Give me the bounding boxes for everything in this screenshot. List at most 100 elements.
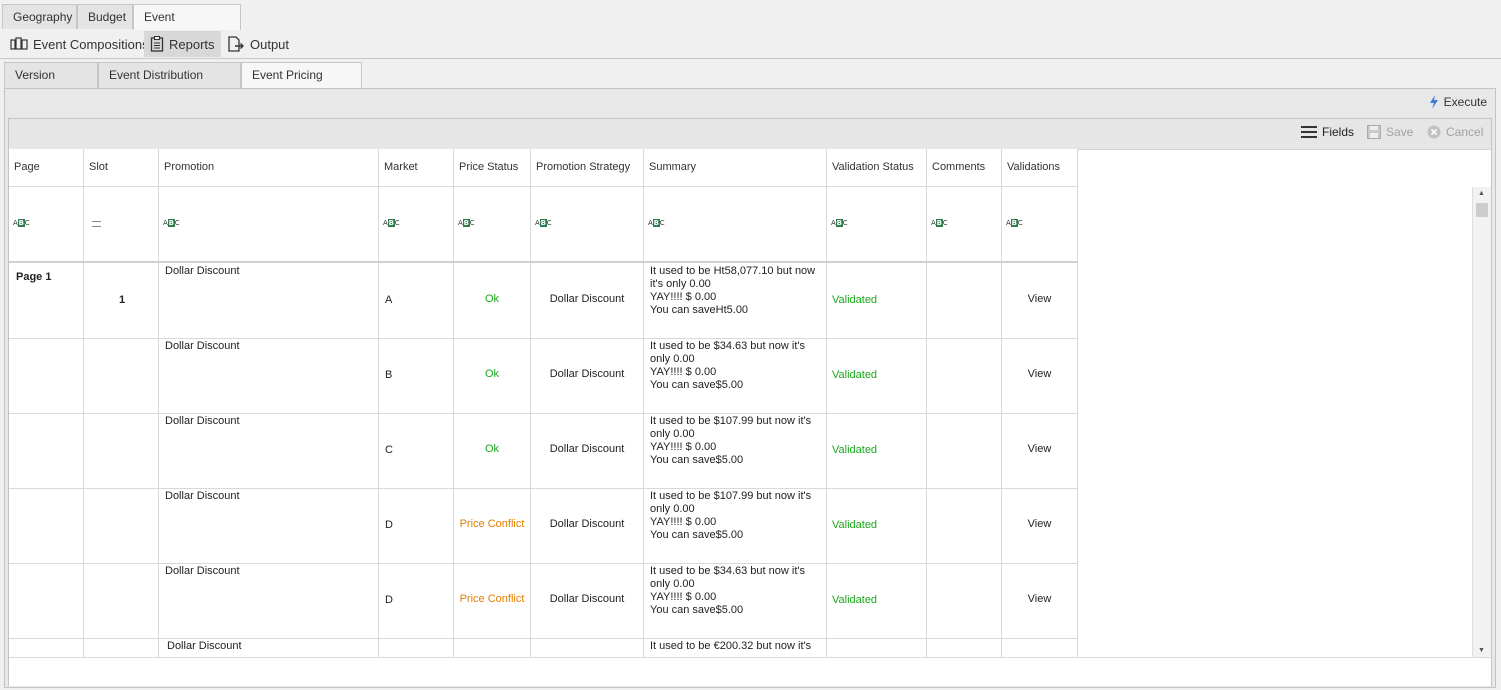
tab-event-workbench[interactable]: Event Workbench	[133, 4, 241, 49]
cell-market: D	[379, 488, 454, 563]
column-header-price-status[interactable]: Price Status	[454, 149, 531, 186]
cell-price-status: Price Conflict	[454, 563, 531, 638]
cell-comments	[927, 563, 1002, 638]
cell-page	[9, 638, 84, 657]
fields-label: Fields	[1322, 125, 1355, 139]
abc-filter-icon: ABC	[1006, 219, 1023, 227]
report-tab-bar: Version Report Event Distribution Report…	[4, 62, 1496, 107]
cell-promotion: Dollar Discount	[159, 338, 379, 413]
cell-market	[379, 638, 454, 657]
cell-price-status: Ok	[454, 338, 531, 413]
scrollbar-thumb[interactable]	[1476, 203, 1488, 217]
view-link[interactable]: View	[1002, 518, 1077, 530]
tab-event-distribution-report[interactable]: Event Distribution Report	[98, 62, 241, 107]
abc-filter-icon: ABC	[831, 219, 848, 227]
grid-header: Page Slot Promotion Market Price Status …	[9, 149, 1078, 187]
column-header-validation-status[interactable]: Validation Status	[827, 149, 927, 186]
output-label: Output	[250, 36, 290, 52]
filter-cell-validation-status[interactable]: ABC	[827, 187, 927, 261]
filter-cell-promotion[interactable]: ABC	[159, 187, 379, 261]
view-link[interactable]: View	[1002, 293, 1077, 305]
scroll-up-icon[interactable]: ▲	[1478, 190, 1485, 197]
view-link[interactable]: View	[1002, 368, 1077, 380]
filter-cell-summary[interactable]: ABC	[644, 187, 827, 261]
cell-promotion-strategy: Dollar Discount	[531, 338, 644, 413]
tab-geography[interactable]: Geography	[2, 4, 77, 29]
cell-market: B	[379, 338, 454, 413]
view-link[interactable]: View	[1002, 443, 1077, 455]
fields-icon	[1301, 126, 1317, 138]
cell-comments	[927, 413, 1002, 488]
tab-budget[interactable]: Budget	[77, 4, 133, 29]
cell-promotion: Dollar Discount	[159, 263, 379, 338]
filter-cell-comments[interactable]: ABC	[927, 187, 1002, 261]
filter-cell-validations[interactable]: ABC	[1002, 187, 1078, 261]
column-header-promotion[interactable]: Promotion	[159, 149, 379, 186]
filter-row: ABC ABC ABC ABC ABC ABC ABC ABC ABC	[9, 187, 1078, 263]
top-tab-bar: Geography Budget Event Workbench	[0, 0, 1501, 49]
scroll-down-icon[interactable]: ▼	[1478, 647, 1485, 654]
table-row[interactable]: Dollar Discount D Price Conflict Dollar …	[9, 563, 1078, 639]
cell-comments	[927, 488, 1002, 563]
grid-footer	[9, 657, 1491, 686]
equals-filter-icon	[92, 221, 101, 227]
view-link[interactable]: View	[1002, 593, 1077, 605]
table-row[interactable]: Dollar Discount It used to be €200.32 bu…	[9, 638, 1078, 657]
cell-promotion-strategy: Dollar Discount	[531, 263, 644, 338]
filter-cell-slot[interactable]	[84, 187, 159, 261]
output-button[interactable]: Output	[221, 31, 295, 57]
column-header-summary[interactable]: Summary	[644, 149, 827, 186]
cell-validation-status: Validated	[827, 563, 927, 638]
event-compositions-label: Event Compositions	[33, 36, 149, 52]
cell-comments	[927, 263, 1002, 338]
cell-comments	[927, 338, 1002, 413]
ribbon: Event Compositions Reports Output	[0, 30, 1501, 59]
cell-slot	[84, 488, 159, 563]
cell-summary: It used to be $34.63 but now it's only 0…	[644, 563, 827, 638]
filter-cell-price-status[interactable]: ABC	[454, 187, 531, 261]
column-header-market[interactable]: Market	[379, 149, 454, 186]
cell-promotion: Dollar Discount	[159, 413, 379, 488]
cell-market: A	[379, 263, 454, 338]
event-compositions-button[interactable]: Event Compositions	[4, 31, 155, 57]
abc-filter-icon: ABC	[535, 219, 552, 227]
filter-cell-market[interactable]: ABC	[379, 187, 454, 261]
cell-market: C	[379, 413, 454, 488]
tab-event-pricing-report[interactable]: Event Pricing Report	[241, 62, 362, 107]
cell-validations: View	[1002, 413, 1078, 488]
column-header-page[interactable]: Page	[9, 149, 84, 186]
column-header-comments[interactable]: Comments	[927, 149, 1002, 186]
cell-slot	[84, 413, 159, 488]
table-row[interactable]: Dollar Discount D Price Conflict Dollar …	[9, 488, 1078, 564]
reports-button[interactable]: Reports	[144, 31, 221, 57]
filter-cell-page[interactable]: ABC	[9, 187, 84, 261]
fields-button[interactable]: Fields	[1301, 125, 1354, 139]
table-row[interactable]: Dollar Discount B Ok Dollar Discount It …	[9, 338, 1078, 414]
column-header-validations[interactable]: Validations	[1002, 149, 1078, 186]
grid-body: Page 1 1 Dollar Discount A Ok Dollar Dis…	[9, 263, 1078, 657]
cell-promotion-strategy	[531, 638, 644, 657]
execute-button[interactable]: Execute	[1429, 95, 1487, 109]
cell-promotion-strategy: Dollar Discount	[531, 413, 644, 488]
table-row[interactable]: Dollar Discount C Ok Dollar Discount It …	[9, 413, 1078, 489]
pricing-grid: Fields Save Cancel Page Slot Promotion M…	[8, 118, 1492, 686]
abc-filter-icon: ABC	[931, 219, 948, 227]
column-header-slot[interactable]: Slot	[84, 149, 159, 186]
execute-label: Execute	[1443, 95, 1487, 109]
tab-version-report[interactable]: Version Report	[4, 62, 98, 107]
vertical-scrollbar[interactable]: ▲ ▼	[1472, 187, 1491, 657]
cell-validation-status	[827, 638, 927, 657]
cancel-label: Cancel	[1446, 125, 1484, 139]
cell-page	[9, 338, 84, 413]
abc-filter-icon: ABC	[648, 219, 665, 227]
cell-promotion: Dollar Discount	[159, 488, 379, 563]
table-row[interactable]: Page 1 1 Dollar Discount A Ok Dollar Dis…	[9, 263, 1078, 339]
output-icon	[228, 36, 244, 52]
filter-cell-promotion-strategy[interactable]: ABC	[531, 187, 644, 261]
cancel-button[interactable]: Cancel	[1427, 125, 1483, 139]
cell-summary: It used to be Ht58,077.10 but now it's o…	[644, 263, 827, 338]
save-button[interactable]: Save	[1367, 125, 1413, 139]
cell-price-status: Price Conflict	[454, 488, 531, 563]
column-header-promotion-strategy[interactable]: Promotion Strategy	[531, 149, 644, 186]
abc-filter-icon: ABC	[163, 219, 180, 227]
